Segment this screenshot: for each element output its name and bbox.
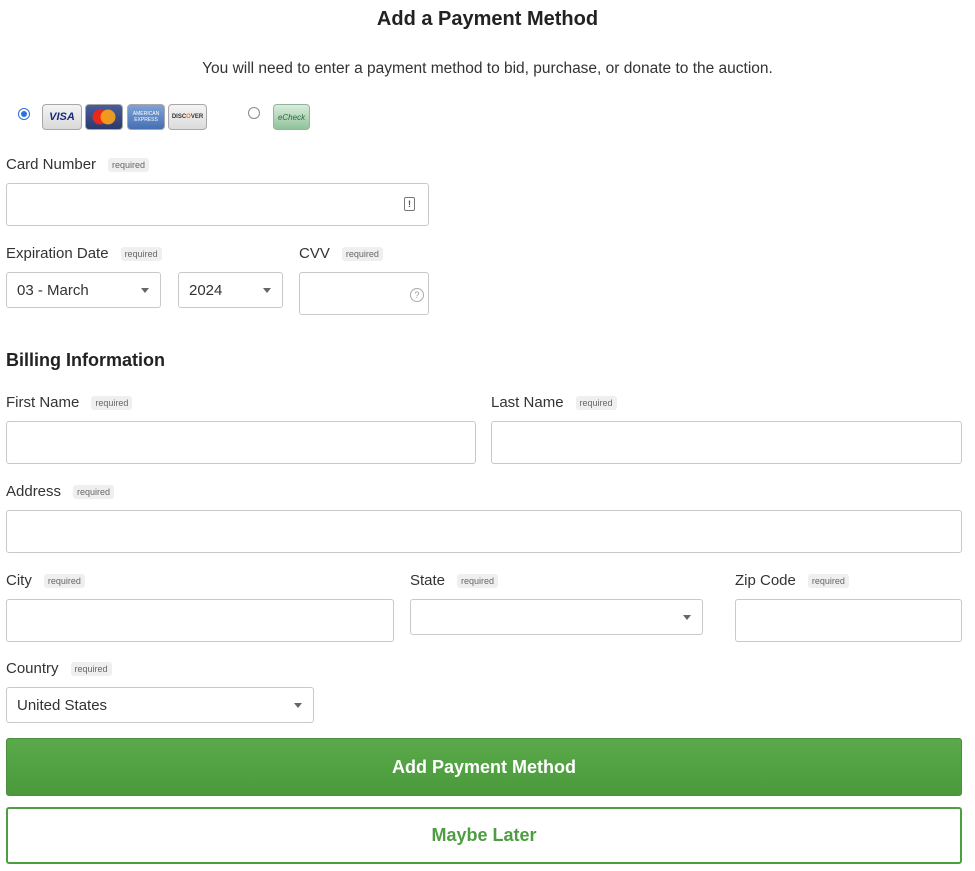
zip-code-label-text: Zip Code bbox=[735, 572, 796, 589]
add-payment-method-button[interactable]: Add Payment Method bbox=[6, 738, 962, 796]
card-info-icon: ! bbox=[404, 197, 415, 211]
expiration-month-value: 03 - March bbox=[17, 281, 89, 299]
zip-code-input[interactable] bbox=[735, 599, 962, 642]
card-number-input[interactable]: ! bbox=[6, 183, 429, 226]
required-tag: required bbox=[120, 246, 162, 261]
expiration-date-label-text: Expiration Date bbox=[6, 245, 109, 262]
page-subtitle: You will need to enter a payment method … bbox=[202, 60, 773, 77]
city-input[interactable] bbox=[6, 599, 394, 642]
mastercard-circles-icon bbox=[92, 109, 116, 125]
city-label: City required bbox=[6, 572, 85, 589]
country-select[interactable]: United States bbox=[6, 687, 314, 723]
state-label: State required bbox=[410, 572, 499, 589]
required-tag: required bbox=[108, 157, 150, 172]
amex-icon: AMERICAN EXPRESS bbox=[127, 104, 165, 130]
mastercard-icon bbox=[85, 104, 123, 130]
expiration-date-label: Expiration Date required bbox=[6, 245, 162, 262]
visa-icon: VISA bbox=[42, 104, 82, 130]
required-tag: required bbox=[43, 573, 85, 588]
card-number-label: Card Number required bbox=[6, 156, 150, 173]
zip-code-label: Zip Code required bbox=[735, 572, 849, 589]
required-tag: required bbox=[575, 395, 617, 410]
city-label-text: City bbox=[6, 572, 32, 589]
echeck-payment-radio[interactable] bbox=[248, 107, 260, 119]
chevron-down-icon bbox=[683, 615, 691, 620]
first-name-label: First Name required bbox=[6, 394, 133, 411]
card-number-label-text: Card Number bbox=[6, 156, 97, 173]
country-label-text: Country bbox=[6, 660, 59, 677]
first-name-label-text: First Name bbox=[6, 394, 80, 411]
country-value: United States bbox=[17, 696, 108, 714]
expiration-year-value: 2024 bbox=[189, 281, 223, 299]
chevron-down-icon bbox=[141, 288, 149, 293]
required-tag: required bbox=[457, 573, 499, 588]
chevron-down-icon bbox=[294, 703, 302, 708]
maybe-later-button[interactable]: Maybe Later bbox=[6, 807, 962, 864]
required-tag: required bbox=[70, 661, 112, 676]
first-name-input[interactable] bbox=[6, 421, 476, 464]
country-label: Country required bbox=[6, 660, 112, 677]
last-name-label-text: Last Name bbox=[491, 394, 564, 411]
page-title: Add a Payment Method bbox=[376, 8, 599, 30]
expiration-month-select[interactable]: 03 - March bbox=[6, 272, 161, 308]
billing-section-title: Billing Information bbox=[6, 350, 165, 370]
expiration-year-select[interactable]: 2024 bbox=[178, 272, 283, 308]
card-payment-radio[interactable] bbox=[18, 108, 30, 120]
state-select[interactable] bbox=[410, 599, 703, 635]
last-name-input[interactable] bbox=[491, 421, 962, 464]
last-name-label: Last Name required bbox=[491, 394, 617, 411]
address-label: Address required bbox=[6, 483, 115, 500]
required-tag: required bbox=[91, 395, 133, 410]
address-input[interactable] bbox=[6, 510, 962, 553]
state-label-text: State bbox=[410, 572, 446, 589]
cvv-label-text: CVV bbox=[299, 245, 330, 262]
required-tag: required bbox=[807, 573, 849, 588]
discover-icon: DISC O VER bbox=[168, 104, 207, 130]
echeck-icon: eCheck bbox=[273, 104, 310, 130]
help-icon[interactable]: ? bbox=[410, 288, 424, 302]
chevron-down-icon bbox=[263, 288, 271, 293]
required-tag: required bbox=[341, 246, 383, 261]
address-label-text: Address bbox=[6, 483, 62, 500]
cvv-label: CVV required bbox=[299, 245, 383, 262]
cvv-input[interactable]: ? bbox=[299, 272, 429, 315]
required-tag: required bbox=[73, 484, 115, 499]
